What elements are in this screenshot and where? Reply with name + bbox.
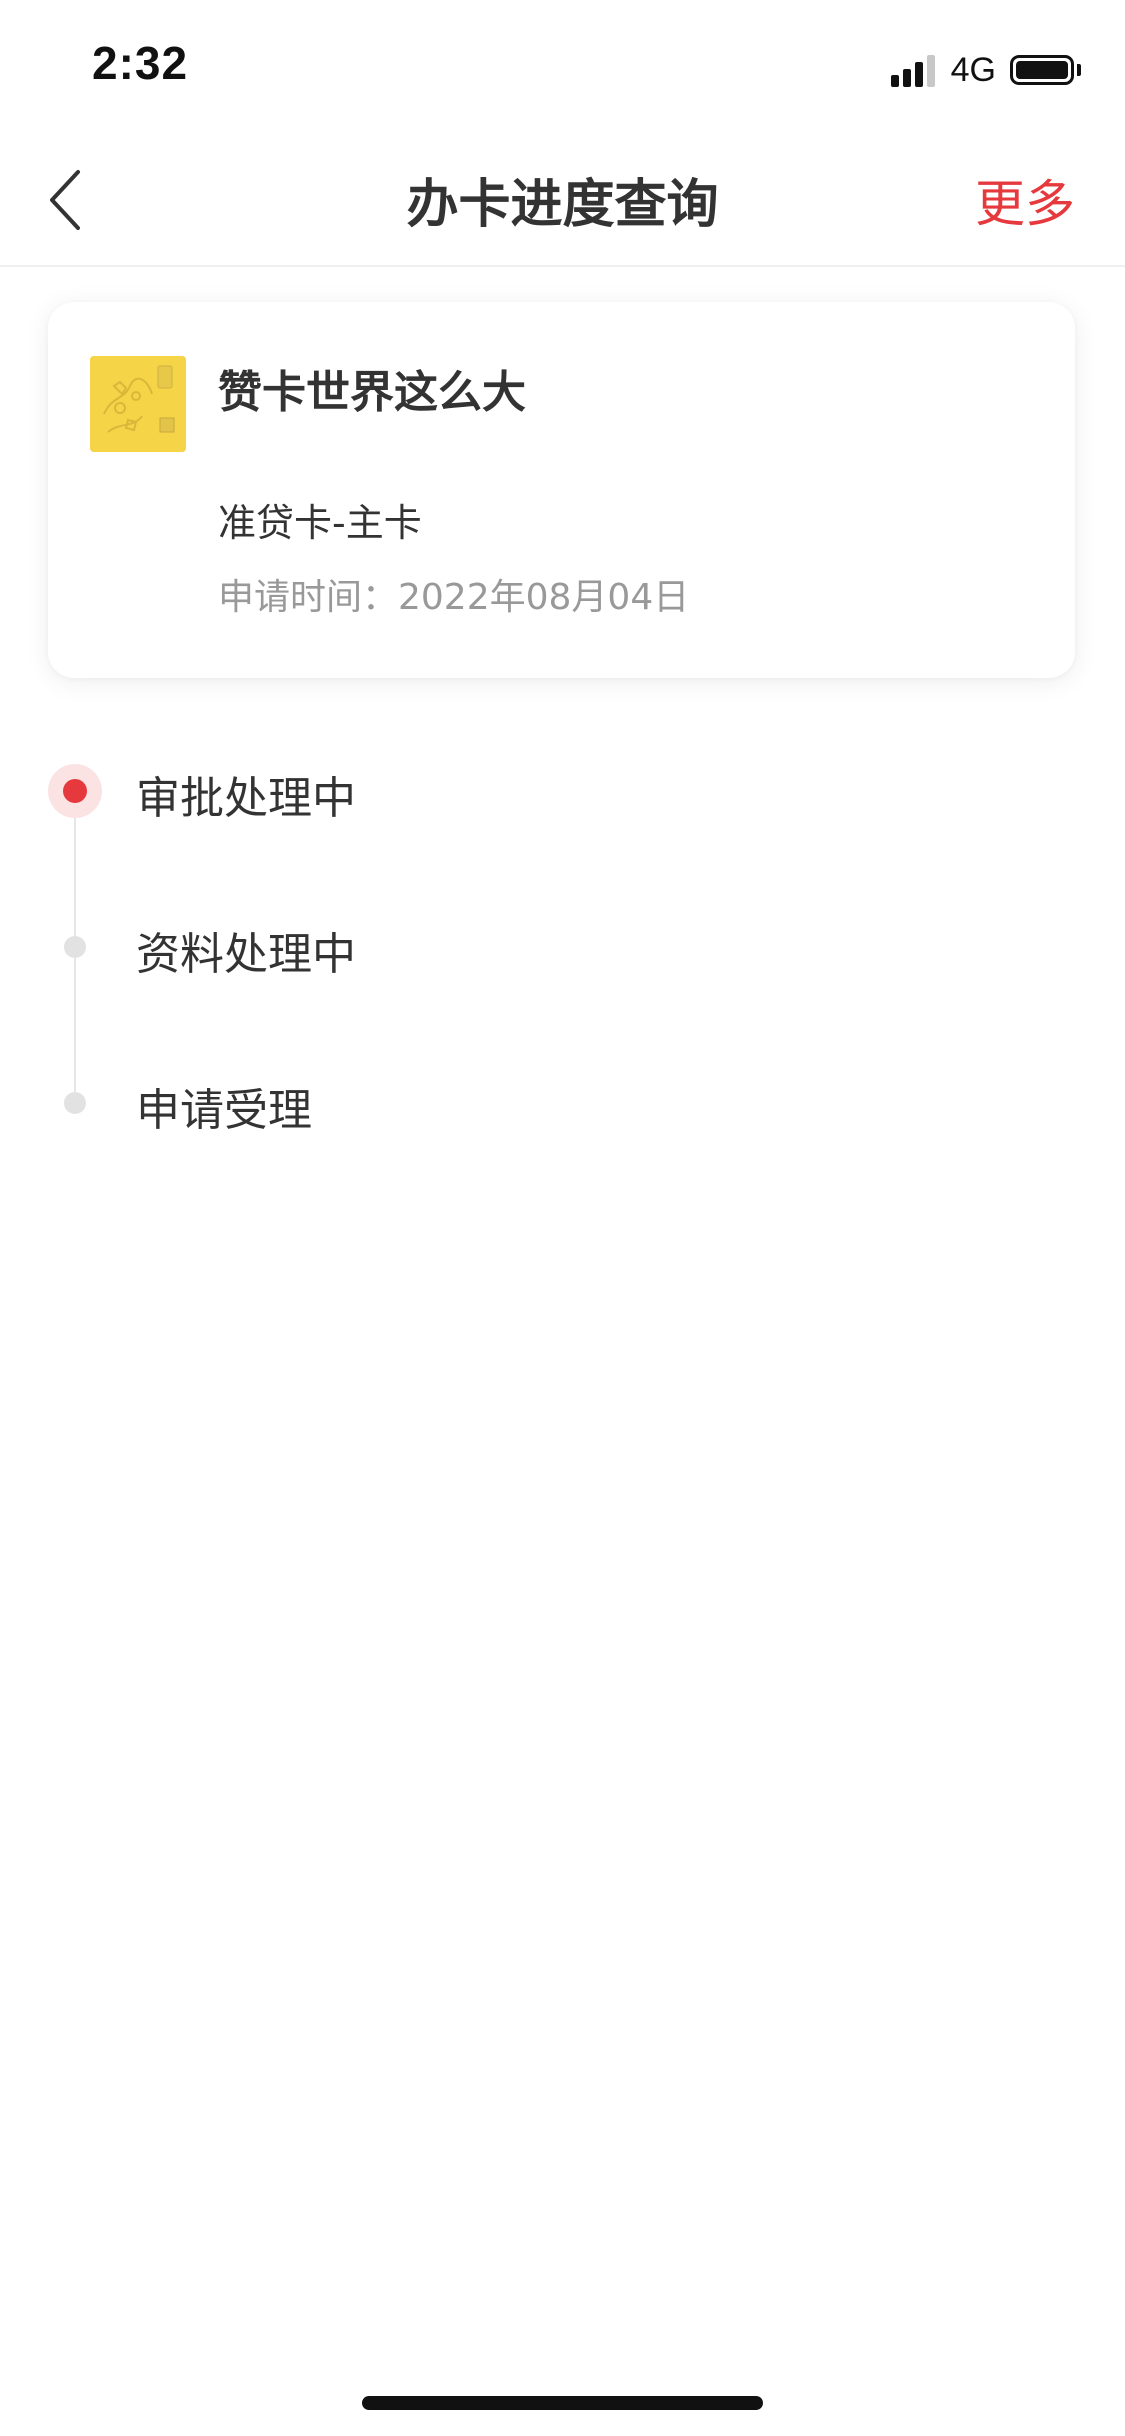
- step-dot-icon: [64, 936, 86, 958]
- page-title: 办卡进度查询: [406, 175, 719, 235]
- back-button[interactable]: [38, 160, 118, 240]
- status-bar: 2:32 4G: [0, 0, 1125, 132]
- status-indicators: 4G: [890, 48, 1081, 92]
- signal-icon: [890, 53, 935, 87]
- timeline-step: 资料处理中: [0, 896, 1125, 996]
- card-name: 赞卡世界这么大: [218, 367, 526, 418]
- chevron-left-icon: [50, 170, 80, 230]
- timeline-step-label: 审批处理中: [136, 773, 356, 824]
- battery-cap: [1077, 64, 1081, 76]
- card-art: [90, 356, 186, 452]
- timeline-step-label: 申请受理: [136, 1085, 312, 1136]
- timeline-step: 申请受理: [0, 1052, 1125, 1152]
- status-time: 2:32: [92, 37, 189, 89]
- apply-date: 申请时间：2022年08月04日: [218, 577, 690, 618]
- timeline-step-label: 资料处理中: [136, 929, 356, 980]
- battery-icon: [1010, 55, 1074, 85]
- step-dot-icon: [64, 1092, 86, 1114]
- app-screen: 2:32 4G 办卡进度查询 更多 赞卡世界这么大 准贷卡-主卡 申请时间：20…: [0, 0, 1125, 2436]
- home-indicator[interactable]: [362, 2396, 763, 2410]
- active-step-dot-icon: [48, 764, 102, 818]
- card-type: 准贷卡-主卡: [218, 501, 422, 545]
- card-image: [90, 356, 186, 452]
- nav-bar: 办卡进度查询 更多: [0, 132, 1125, 267]
- network-label: 4G: [950, 50, 996, 89]
- timeline-step: 审批处理中: [0, 740, 1125, 840]
- card-summary[interactable]: 赞卡世界这么大 准贷卡-主卡 申请时间：2022年08月04日: [48, 302, 1075, 678]
- more-button[interactable]: 更多: [975, 164, 1075, 236]
